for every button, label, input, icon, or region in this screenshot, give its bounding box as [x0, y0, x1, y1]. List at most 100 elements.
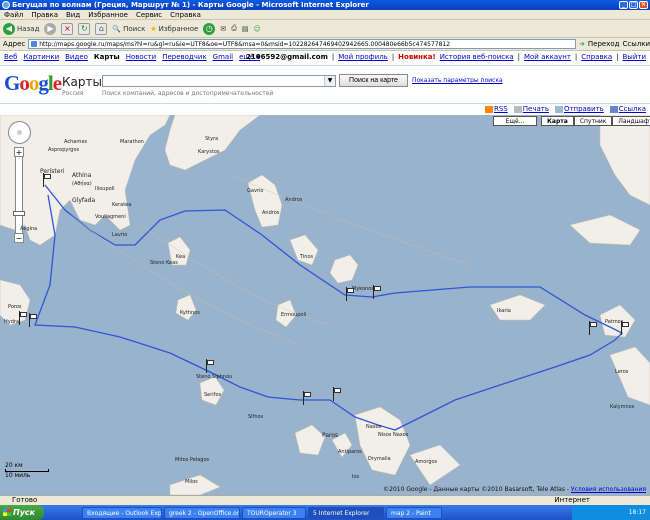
chevron-down-icon[interactable]: ▼ [324, 76, 335, 86]
map-label: Vouliagmeni [95, 214, 126, 220]
map-label: Andros [285, 197, 303, 203]
route-marker-flag[interactable] [18, 311, 28, 325]
more-layers-button[interactable]: Ещё... [493, 116, 537, 126]
map-label: Ikaria [497, 308, 511, 314]
refresh-icon[interactable]: ↻ [78, 22, 91, 35]
go-button[interactable]: Переход [588, 40, 620, 48]
menu-edit[interactable]: Правка [31, 10, 58, 19]
nav-images[interactable]: Картинки [23, 51, 59, 64]
ferry-lane [69, 214, 301, 346]
zoom-out-button[interactable]: − [14, 233, 24, 243]
scale-miles: 10 миль [5, 472, 31, 479]
map-type-terrain[interactable]: Ландшафт [612, 116, 650, 126]
back-button[interactable]: ◀ Назад [3, 22, 39, 35]
route-marker-flag[interactable] [345, 287, 355, 301]
messenger-button[interactable]: ☺ [253, 25, 260, 33]
map-label: Steno Keas [150, 260, 178, 266]
menu-help[interactable]: Справка [170, 10, 201, 19]
taskbar-item-paint[interactable]: map 2 - Paint [386, 506, 442, 519]
route-marker-flag[interactable] [205, 359, 215, 373]
rss-icon [484, 105, 493, 113]
minimize-button[interactable]: _ [619, 1, 628, 9]
map-search-input[interactable] [102, 75, 336, 87]
window-title-bar: Бегущая по волнам (Греция, Маршрут № 1) … [0, 0, 650, 10]
zoom-slider-thumb[interactable] [13, 211, 25, 216]
nav-gmail[interactable]: Gmail [213, 51, 233, 64]
edit-button[interactable]: ▤ [242, 25, 249, 33]
new-badge: Новинка! [398, 53, 436, 61]
start-button[interactable]: Пуск [0, 505, 44, 520]
leros-island [609, 346, 650, 406]
route-marker-flag[interactable] [42, 173, 52, 187]
map-label: Kalymnos [610, 404, 635, 410]
messenger-icon: ☺ [253, 24, 261, 33]
favorites-button[interactable]: ★ Избранное [150, 25, 198, 33]
zoom-in-button[interactable]: + [14, 147, 24, 157]
route-marker-flag[interactable] [302, 391, 312, 405]
search-options-link[interactable]: Показать параметры поиска [412, 77, 503, 84]
status-text: Готово [12, 496, 38, 504]
print-link[interactable]: Печать [513, 104, 549, 114]
web-history-link[interactable]: История веб-поиска [440, 51, 514, 64]
mail-button[interactable]: ✉ [220, 25, 226, 33]
map-type-satellite[interactable]: Спутник [573, 116, 613, 126]
menu-tools[interactable]: Сервис [136, 10, 162, 19]
taskbar-item-openoffice[interactable]: greek 2 - OpenOffice.or... [164, 506, 240, 519]
route-marker-flag[interactable] [588, 321, 598, 335]
map-label: Aspropyrgos [48, 147, 80, 153]
rss-link[interactable]: RSS [484, 104, 508, 114]
account-bar: 2106592@gmail.com | Мой профиль | Новинка!… [246, 51, 646, 64]
dodecanese-east [599, 115, 650, 206]
taskbar-item-touroperator[interactable]: TOUROperator 3 [242, 506, 306, 519]
pan-control[interactable] [8, 121, 31, 144]
menu-file[interactable]: Файл [4, 10, 23, 19]
mykonos-island [329, 254, 359, 284]
search-map-button[interactable]: Поиск на карте [339, 74, 408, 87]
map-label: Hydra [4, 319, 20, 325]
link-link[interactable]: Ссылка [609, 104, 646, 114]
logout-link[interactable]: Выйти [622, 51, 646, 64]
route-marker-flag[interactable] [620, 321, 630, 335]
map-type-map[interactable]: Карта [541, 116, 574, 126]
menu-view[interactable]: Вид [66, 10, 80, 19]
map-type-control: Карта Спутник Ландшафт [541, 116, 650, 126]
menu-favorites[interactable]: Избранное [88, 10, 128, 19]
map-label: Antiparos [338, 449, 362, 455]
map-canvas[interactable]: + − Ещё... Карта Спутник Ландшафт Asprop… [0, 115, 650, 495]
route-marker-flag[interactable] [28, 313, 38, 327]
google-logo[interactable]: Google [4, 73, 62, 94]
map-label: Karystos [198, 149, 220, 155]
profile-link[interactable]: Мой профиль [338, 51, 388, 64]
chain-icon [609, 105, 618, 113]
links-label[interactable]: Ссылки [622, 40, 650, 48]
forward-button[interactable]: ▶ [44, 22, 57, 35]
send-link[interactable]: Отправить [554, 104, 604, 114]
map-label: Ilioupoli [95, 186, 115, 192]
route-marker-flag[interactable] [372, 285, 382, 299]
kythnos-island [175, 294, 197, 321]
help-link[interactable]: Справка [581, 51, 612, 64]
nav-translate[interactable]: Переводчик [162, 51, 206, 64]
taskbar-item-outlook[interactable]: Входящие - Outlook Exp... [82, 506, 162, 519]
terms-link[interactable]: Условия использования [571, 486, 646, 493]
history-icon[interactable]: ◷ [203, 22, 216, 35]
search-button[interactable]: 🔍 Поиск [112, 25, 145, 33]
home-icon[interactable]: ⌂ [95, 22, 108, 35]
nav-news[interactable]: Новости [126, 51, 156, 64]
nav-video[interactable]: Видео [65, 51, 88, 64]
search-icon: 🔍 [112, 24, 122, 33]
maximize-button[interactable]: □ [629, 1, 638, 9]
map-label: Milos [185, 479, 198, 485]
print-button[interactable]: ⎙ [231, 24, 237, 33]
nav-maps[interactable]: Карты [94, 51, 120, 64]
route-marker-flag[interactable] [332, 387, 342, 401]
my-account-link[interactable]: Мой аккаунт [524, 51, 571, 64]
map-label: Kythnos [180, 310, 200, 316]
zoom-slider-track[interactable] [15, 148, 23, 235]
taskbar-item-ie[interactable]: 5 Internet Explorer [308, 506, 384, 519]
close-button[interactable]: × [639, 1, 648, 9]
stop-icon[interactable]: × [61, 22, 74, 35]
nav-web[interactable]: Веб [4, 51, 17, 64]
address-input[interactable]: http://maps.google.ru/maps/ms?hl=ru&gl=r… [28, 39, 577, 49]
printer-icon [513, 105, 522, 113]
